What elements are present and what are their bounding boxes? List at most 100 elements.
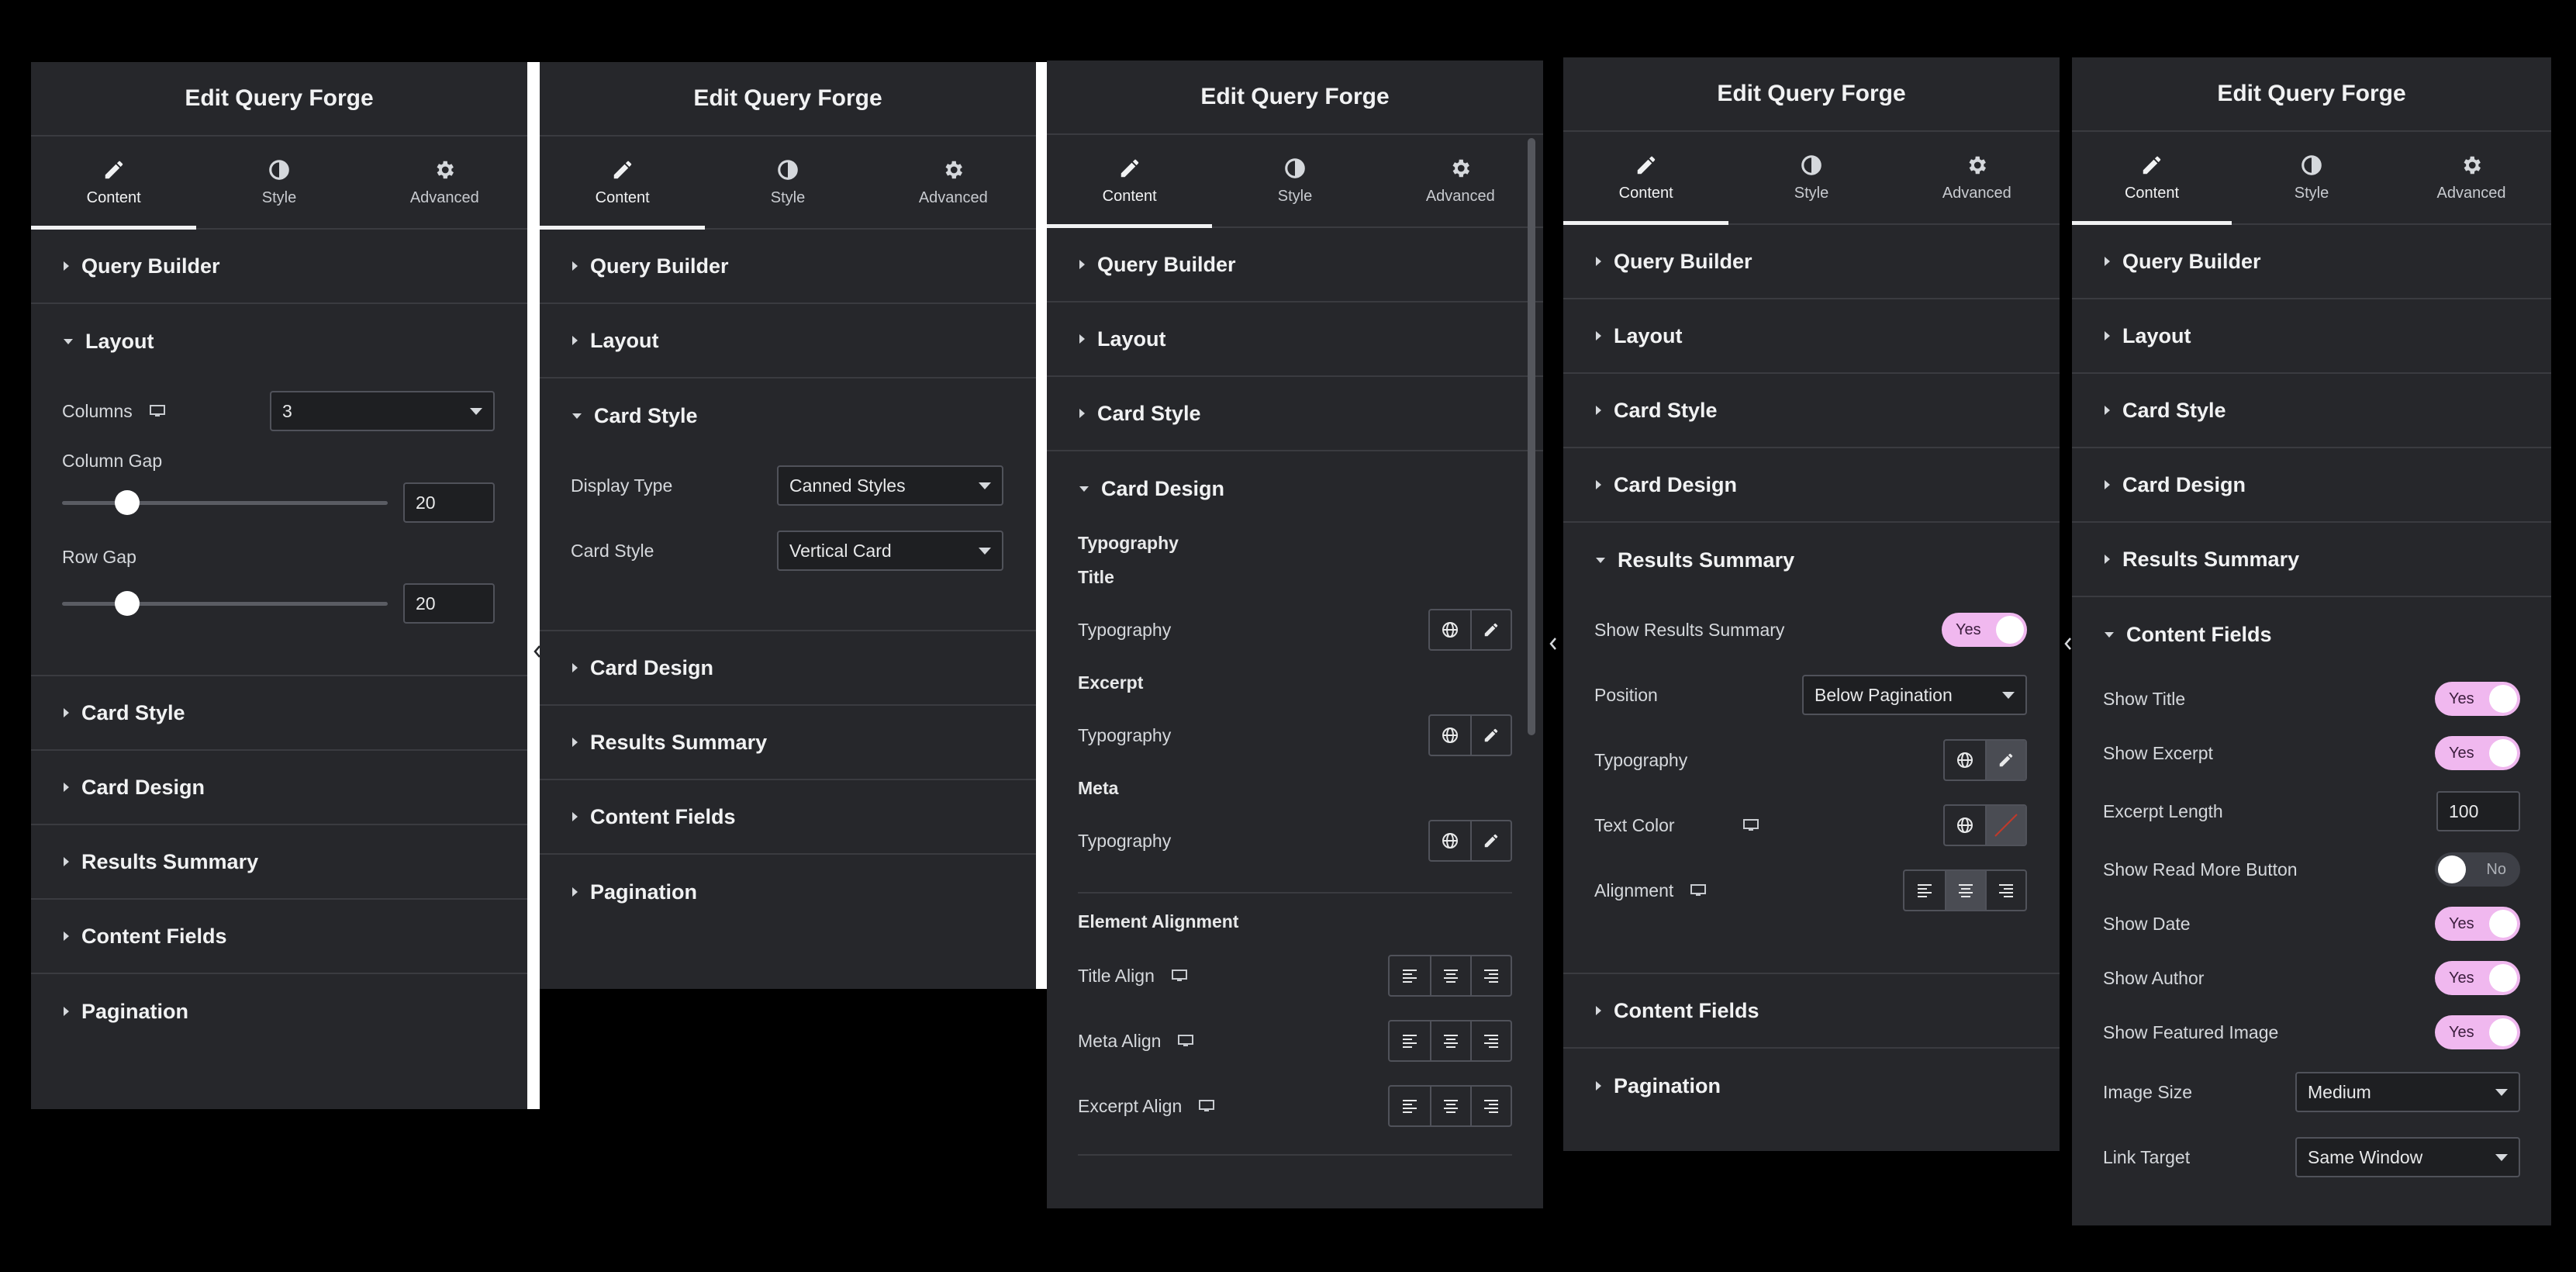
row-gap-slider-thumb[interactable] [115,591,140,616]
section-card-design[interactable]: Card Design [540,631,1036,706]
position-select[interactable]: Below Pagination [1802,675,2027,715]
row-gap-input[interactable]: 20 [403,583,495,624]
tab-style[interactable]: Style [196,137,361,228]
align-right-icon[interactable] [1470,956,1511,995]
align-right-icon[interactable] [1985,871,2025,910]
display-type-select[interactable]: Canned Styles [777,465,1003,506]
tab-content[interactable]: Content [1563,132,1729,225]
section-card-design[interactable]: Card Design [31,751,527,825]
section-layout[interactable]: Layout [1047,302,1543,377]
align-center-icon[interactable] [1430,956,1470,995]
section-card-style[interactable]: Card Style [540,378,1036,453]
tab-advanced[interactable]: Advanced [1894,132,2060,223]
chevron-down-icon [2002,691,2015,699]
tab-advanced[interactable]: Advanced [362,137,527,228]
image-size-select[interactable]: Medium [2295,1072,2520,1112]
pencil-icon [1118,157,1141,180]
scrollbar[interactable] [1528,138,1535,735]
rs-typography-controls [1943,739,2027,781]
pencil-icon[interactable] [1470,716,1511,755]
section-query-builder[interactable]: Query Builder [31,230,527,304]
excerpt-length-row: Excerpt Length 100 [2103,780,2520,842]
tab-content[interactable]: Content [2072,132,2232,225]
columns-select[interactable]: 3 [270,391,495,431]
show-title-toggle[interactable]: Yes [2435,682,2520,716]
desktop-icon[interactable] [1171,970,1187,982]
tab-style[interactable]: Style [705,137,870,228]
tab-content[interactable]: Content [540,137,706,230]
tab-content[interactable]: Content [31,137,197,230]
section-layout[interactable]: Layout [540,304,1036,378]
column-gap-slider-thumb[interactable] [115,490,140,515]
section-card-style[interactable]: Card Style [2072,374,2551,448]
section-card-style[interactable]: Card Style [31,676,527,751]
section-results-summary[interactable]: Results Summary [1563,523,2060,597]
section-layout[interactable]: Layout [2072,299,2551,374]
section-results-summary[interactable]: Results Summary [2072,523,2551,597]
desktop-icon[interactable] [1690,884,1707,897]
tab-content[interactable]: Content [1047,135,1213,228]
section-query-builder[interactable]: Query Builder [1563,225,2060,299]
section-content-fields[interactable]: Content Fields [31,900,527,974]
column-gap-input[interactable]: 20 [403,482,495,523]
align-left-icon[interactable] [1390,1021,1430,1060]
section-card-design[interactable]: Card Design [1047,451,1543,526]
globe-icon[interactable] [1430,610,1470,649]
show-read-more-toggle[interactable]: No [2435,852,2520,887]
align-right-icon[interactable] [1470,1087,1511,1125]
align-center-icon[interactable] [1430,1021,1470,1060]
show-featured-image-toggle[interactable]: Yes [2435,1015,2520,1049]
section-query-builder[interactable]: Query Builder [2072,225,2551,299]
section-content-fields[interactable]: Content Fields [540,780,1036,855]
section-query-builder[interactable]: Query Builder [1047,228,1543,302]
pencil-icon[interactable] [1470,821,1511,860]
tab-advanced[interactable]: Advanced [1378,135,1543,226]
excerpt-length-input[interactable]: 100 [2436,791,2520,831]
section-layout[interactable]: Layout [1563,299,2060,374]
align-right-icon[interactable] [1470,1021,1511,1060]
desktop-icon[interactable] [1743,819,1759,831]
desktop-icon[interactable] [1199,1100,1215,1112]
tab-advanced[interactable]: Advanced [871,137,1036,228]
section-pagination[interactable]: Pagination [540,855,1036,929]
tab-style[interactable]: Style [1212,135,1377,226]
row-gap-slider[interactable] [62,591,388,616]
align-center-icon[interactable] [1430,1087,1470,1125]
section-card-style[interactable]: Card Style [1563,374,2060,448]
align-left-icon[interactable] [1904,871,1945,910]
chevron-left-icon[interactable] [1545,620,1562,667]
section-results-summary[interactable]: Results Summary [540,706,1036,780]
section-content-fields[interactable]: Content Fields [2072,597,2551,672]
section-pagination[interactable]: Pagination [1563,1049,2060,1123]
color-swatch-empty-icon[interactable] [1985,806,2025,845]
desktop-icon[interactable] [149,405,165,417]
section-card-design[interactable]: Card Design [1563,448,2060,523]
tab-advanced[interactable]: Advanced [2391,132,2551,223]
show-author-toggle[interactable]: Yes [2435,961,2520,995]
section-results-summary[interactable]: Results Summary [31,825,527,900]
align-center-icon[interactable] [1945,871,1985,910]
globe-icon[interactable] [1945,806,1985,845]
show-results-summary-toggle[interactable]: Yes [1942,613,2027,647]
align-left-icon[interactable] [1390,956,1430,995]
show-date-toggle[interactable]: Yes [2435,907,2520,941]
section-content-fields[interactable]: Content Fields [1563,974,2060,1049]
align-left-icon[interactable] [1390,1087,1430,1125]
card-style-select[interactable]: Vertical Card [777,531,1003,571]
section-card-design[interactable]: Card Design [2072,448,2551,523]
column-gap-slider[interactable] [62,490,388,515]
section-layout[interactable]: Layout [31,304,527,378]
globe-icon[interactable] [1430,821,1470,860]
show-excerpt-toggle[interactable]: Yes [2435,736,2520,770]
globe-icon[interactable] [1945,741,1985,779]
pencil-icon[interactable] [1985,741,2025,779]
section-query-builder[interactable]: Query Builder [540,230,1036,304]
tab-style[interactable]: Style [1728,132,1894,223]
link-target-select[interactable]: Same Window [2295,1137,2520,1177]
pencil-icon[interactable] [1470,610,1511,649]
tab-style[interactable]: Style [2232,132,2391,223]
globe-icon[interactable] [1430,716,1470,755]
desktop-icon[interactable] [1178,1035,1194,1047]
section-pagination[interactable]: Pagination [31,974,527,1049]
section-card-style[interactable]: Card Style [1047,377,1543,451]
